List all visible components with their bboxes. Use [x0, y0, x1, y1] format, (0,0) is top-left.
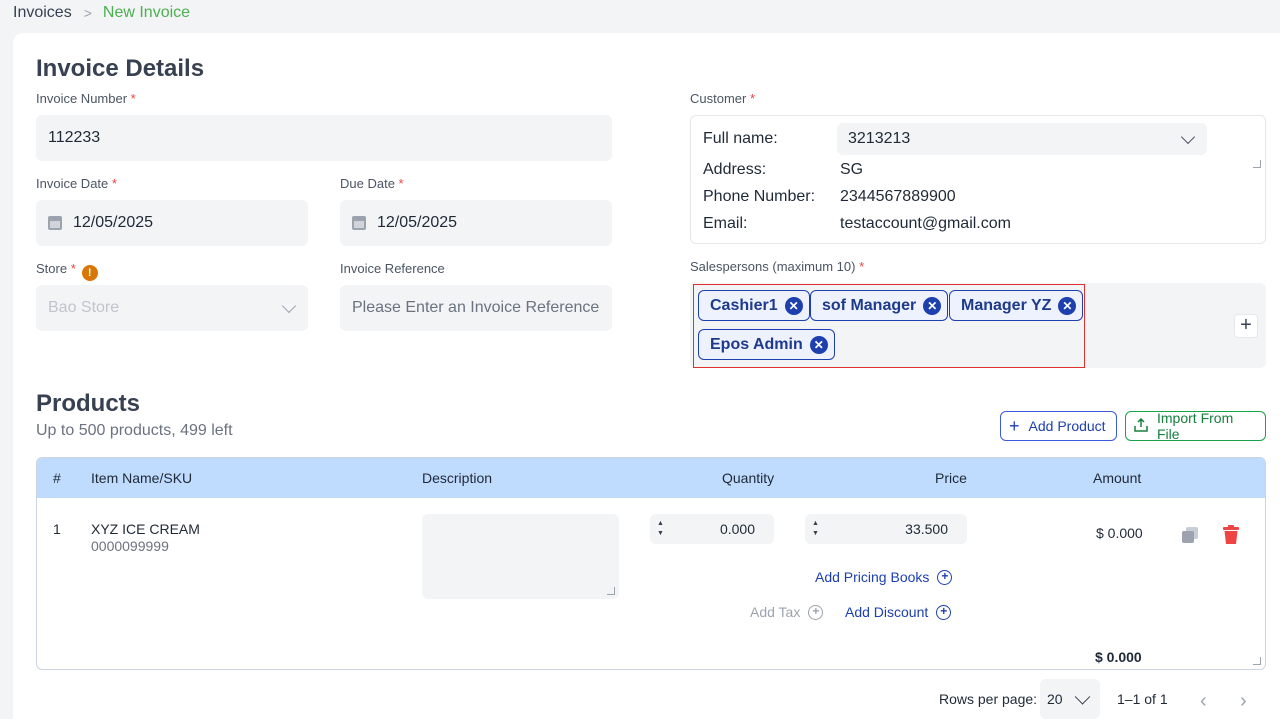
import-from-file-button[interactable]: Import From File: [1125, 410, 1266, 442]
email-value: testaccount@gmail.com: [840, 215, 1011, 232]
upload-icon: [1134, 416, 1148, 437]
stepper-arrows-icon[interactable]: ▲ ▼: [657, 519, 664, 539]
plus-circle-icon: +: [808, 604, 824, 620]
stepper-arrows-icon[interactable]: ▲ ▼: [812, 519, 819, 539]
chevron-down-icon: [1074, 689, 1091, 705]
full-name-label: Full name:: [703, 130, 778, 147]
salespersons-highlight: [693, 284, 1085, 368]
products-title: Products: [36, 390, 141, 417]
invoice-date-value: 12/05/2025: [73, 214, 154, 231]
rows-per-page-select[interactable]: 20: [1040, 679, 1100, 719]
address-label: Address:: [703, 161, 767, 178]
salespersons-label: Salespersons (maximum 10) *: [690, 259, 865, 274]
products-table: # Item Name/SKU Description Quantity Pri…: [36, 457, 1266, 670]
col-description: Description: [422, 470, 493, 486]
customer-box[interactable]: Full name: 3213213 Address: SG Phone Num…: [690, 115, 1266, 244]
breadcrumb-invoices-link[interactable]: Invoices: [13, 4, 72, 22]
trash-icon[interactable]: [1222, 525, 1240, 545]
resize-handle[interactable]: [607, 587, 615, 595]
due-date-input[interactable]: 12/05/2025: [340, 200, 612, 246]
total-amount: $ 0.000: [1095, 649, 1142, 665]
price-stepper[interactable]: ▲ ▼ 33.500: [805, 514, 967, 544]
row-index: 1: [53, 521, 61, 537]
store-label: Store *!: [36, 261, 98, 281]
chevron-right-icon: >: [83, 5, 92, 21]
row-amount: $ 0.000: [1096, 525, 1143, 541]
plus-circle-icon: +: [937, 569, 953, 585]
email-label: Email:: [703, 215, 748, 232]
resize-handle[interactable]: [1253, 160, 1261, 168]
item-sku: 0000099999: [91, 538, 169, 554]
col-price: Price: [935, 470, 967, 486]
add-discount-link[interactable]: Add Discount +: [845, 604, 952, 620]
due-date-value: 12/05/2025: [377, 214, 458, 231]
plus-circle-icon: +: [936, 604, 952, 620]
description-input[interactable]: [422, 514, 619, 599]
store-value: Bao Store: [48, 299, 120, 316]
col-quantity: Quantity: [722, 470, 775, 486]
item-name: XYZ ICE CREAM: [91, 521, 200, 537]
customer-label: Customer *: [690, 91, 756, 106]
breadcrumb-current: New Invoice: [102, 4, 191, 21]
chevron-left-icon[interactable]: ‹: [1200, 690, 1207, 713]
rows-per-page-label: Rows per page:: [939, 691, 1038, 707]
invoice-number-label: Invoice Number *: [36, 91, 136, 106]
table-header: # Item Name/SKU Description Quantity Pri…: [37, 458, 1265, 498]
invoice-reference-input[interactable]: Please Enter an Invoice Reference: [340, 285, 612, 331]
customer-select[interactable]: 3213213: [837, 123, 1207, 155]
chevron-right-icon[interactable]: ›: [1240, 690, 1247, 713]
col-amount: Amount: [1093, 470, 1142, 486]
plus-icon: +: [1009, 415, 1020, 436]
add-salesperson-button[interactable]: +: [1234, 314, 1258, 338]
invoice-number-input[interactable]: 112233: [36, 115, 612, 161]
page-title: Invoice Details: [36, 55, 205, 82]
chevron-down-icon: [281, 298, 297, 314]
invoice-date-input[interactable]: 12/05/2025: [36, 200, 308, 246]
phone-label: Phone Number:: [703, 188, 816, 205]
resize-handle[interactable]: [1253, 657, 1261, 665]
col-item: Item Name/SKU: [91, 470, 193, 486]
add-product-button[interactable]: + Add Product: [1000, 411, 1117, 441]
store-select[interactable]: Bao Store: [36, 285, 308, 331]
info-icon[interactable]: !: [81, 265, 98, 281]
address-value: SG: [840, 161, 864, 178]
products-subtitle: Up to 500 products, 499 left: [36, 422, 233, 439]
customer-name-value: 3213213: [848, 130, 911, 147]
calendar-icon: [48, 216, 62, 230]
invoice-date-label: Invoice Date *: [36, 176, 117, 191]
col-index: #: [53, 470, 61, 486]
copy-icon[interactable]: [1182, 527, 1199, 544]
calendar-icon: [352, 216, 366, 230]
breadcrumb: Invoices > New Invoice: [13, 4, 190, 22]
chevron-down-icon: [1180, 129, 1196, 145]
quantity-stepper[interactable]: ▲ ▼ 0.000: [650, 514, 774, 544]
invoice-reference-label: Invoice Reference: [340, 261, 445, 276]
invoice-card: Invoice Details Invoice Number * 112233 …: [13, 33, 1280, 719]
due-date-label: Due Date *: [340, 176, 404, 191]
phone-value: 2344567889900: [840, 188, 956, 205]
add-tax-link[interactable]: Add Tax +: [750, 604, 824, 620]
add-pricing-books-link[interactable]: Add Pricing Books +: [815, 569, 953, 585]
pagination-range: 1–1 of 1: [1117, 691, 1168, 707]
